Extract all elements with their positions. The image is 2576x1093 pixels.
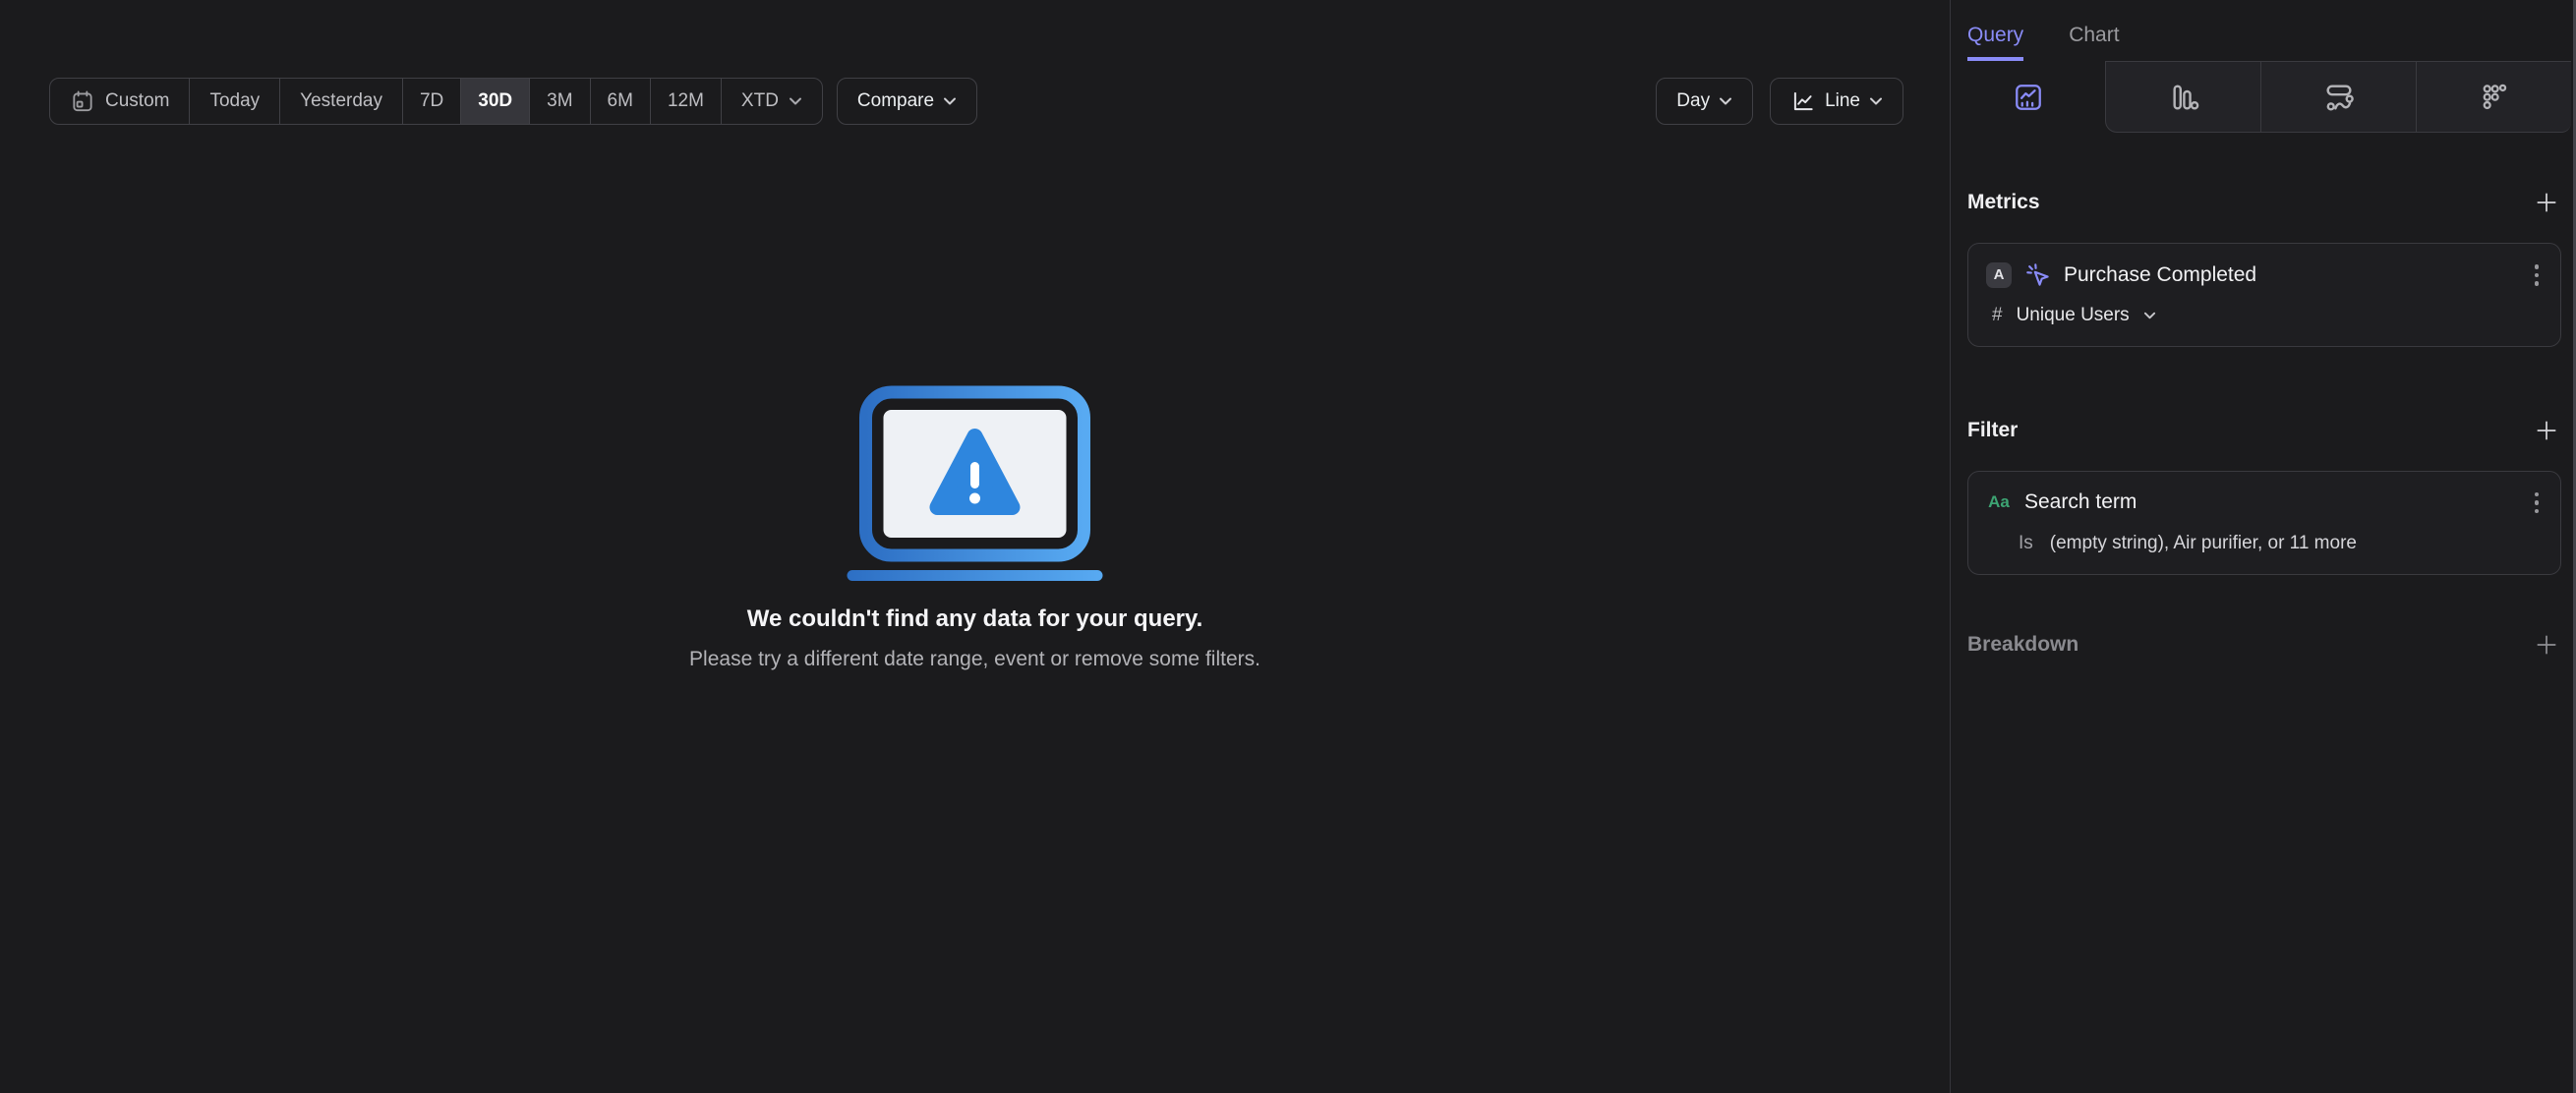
chevron-down-icon	[1869, 97, 1883, 105]
filter-operator[interactable]: Is	[2019, 533, 2033, 554]
metric-card-event-row: A Purchase Completed	[1986, 260, 2545, 290]
date-range-12m-button[interactable]: 12M	[649, 79, 721, 124]
event-pointer-icon	[2024, 261, 2051, 288]
chevron-down-icon	[789, 97, 802, 105]
granularity-dropdown[interactable]: Day	[1656, 78, 1754, 125]
breakdown-title: Breakdown	[1967, 633, 2079, 656]
no-data-empty-state: We couldn't find any data for your query…	[0, 385, 1950, 671]
main-chart-area: Custom Today Yesterday 7D 30D 3M 6M 12M …	[0, 0, 1950, 1093]
add-filter-button[interactable]	[2532, 416, 2561, 445]
metrics-title: Metrics	[1967, 191, 2040, 213]
filter-condition-row: Is (empty string), Air purifier, or 11 m…	[1986, 533, 2545, 554]
filter-overflow-menu-button[interactable]	[2529, 489, 2546, 518]
filter-values-summary[interactable]: (empty string), Air purifier, or 11 more	[2050, 533, 2357, 554]
chevron-down-icon	[2143, 312, 2156, 319]
date-range-xtd-dropdown[interactable]: XTD	[720, 79, 822, 124]
filter-section-header: Filter	[1967, 416, 2561, 445]
add-breakdown-button[interactable]	[2532, 630, 2561, 660]
tab-query[interactable]: Query	[1967, 24, 2024, 61]
metrics-section-header: Metrics	[1967, 188, 2561, 217]
dot-grid-icon	[2479, 82, 2510, 113]
date-range-yesterday-button[interactable]: Yesterday	[279, 79, 402, 124]
calendar-icon	[70, 88, 95, 114]
no-data-laptop-illustration	[847, 385, 1103, 581]
report-toolbar: Custom Today Yesterday 7D 30D 3M 6M 12M …	[49, 78, 1903, 125]
chart-type-tab-row	[1951, 61, 2576, 133]
tab-chart[interactable]: Chart	[2069, 24, 2119, 61]
date-range-today-button[interactable]: Today	[189, 79, 279, 124]
flow-chart-icon	[2323, 82, 2355, 113]
date-range-6m-button[interactable]: 6M	[589, 79, 650, 124]
chart-type-bar-tab[interactable]	[2105, 61, 2260, 133]
date-range-3m-button[interactable]: 3M	[529, 79, 589, 124]
plus-icon	[2534, 632, 2559, 658]
plus-icon	[2534, 190, 2559, 215]
bar-chart-icon	[2168, 82, 2199, 113]
metric-event-name: Purchase Completed	[2064, 262, 2257, 286]
compare-dropdown[interactable]: Compare	[836, 78, 978, 125]
string-property-type-icon: Aa	[1988, 492, 2010, 512]
metric-aggregation-row: # Unique Users	[1986, 305, 2545, 326]
chart-type-flow-tab[interactable]	[2260, 61, 2416, 133]
date-range-custom-button[interactable]: Custom	[50, 79, 189, 124]
add-metric-button[interactable]	[2532, 188, 2561, 217]
filter-property-name: Search term	[2024, 490, 2137, 514]
plus-icon	[2534, 418, 2559, 443]
date-range-label: Custom	[105, 90, 170, 111]
chart-type-dropdown[interactable]: Line	[1770, 78, 1903, 125]
date-range-30d-button[interactable]: 30D	[460, 79, 530, 124]
filter-card[interactable]: Aa Search term Is (empty string), Air pu…	[1967, 470, 2561, 575]
breakdown-section-header: Breakdown	[1967, 630, 2561, 660]
metric-overflow-menu-button[interactable]	[2529, 260, 2546, 290]
date-range-7d-button[interactable]: 7D	[401, 79, 460, 124]
empty-state-title: We couldn't find any data for your query…	[746, 605, 1203, 632]
query-builder-body: Metrics A Purchase Completed # Unique Us…	[1951, 133, 2576, 660]
empty-state-subtitle: Please try a different date range, event…	[689, 648, 1260, 670]
chevron-down-icon	[1719, 97, 1732, 105]
chevron-down-icon	[943, 97, 957, 105]
filter-title: Filter	[1967, 418, 2019, 441]
aggregation-symbol: #	[1992, 304, 2003, 325]
line-chart-frame-icon	[2013, 82, 2044, 113]
metric-letter-badge: A	[1986, 261, 2012, 288]
chart-type-dot-grid-tab[interactable]	[2416, 61, 2571, 133]
chart-type-insights-tab[interactable]	[1951, 61, 2105, 133]
panel-tabs: Query Chart	[1951, 0, 2576, 61]
aggregation-dropdown[interactable]: Unique Users	[2017, 305, 2130, 326]
line-chart-icon	[1790, 88, 1816, 114]
query-builder-panel: Query Chart Metrics A Purchase Completed…	[1950, 0, 2576, 1093]
date-range-selector: Custom Today Yesterday 7D 30D 3M 6M 12M …	[49, 78, 823, 125]
metric-card[interactable]: A Purchase Completed # Unique Users	[1967, 243, 2561, 347]
filter-property-row: Aa Search term	[1986, 489, 2545, 518]
